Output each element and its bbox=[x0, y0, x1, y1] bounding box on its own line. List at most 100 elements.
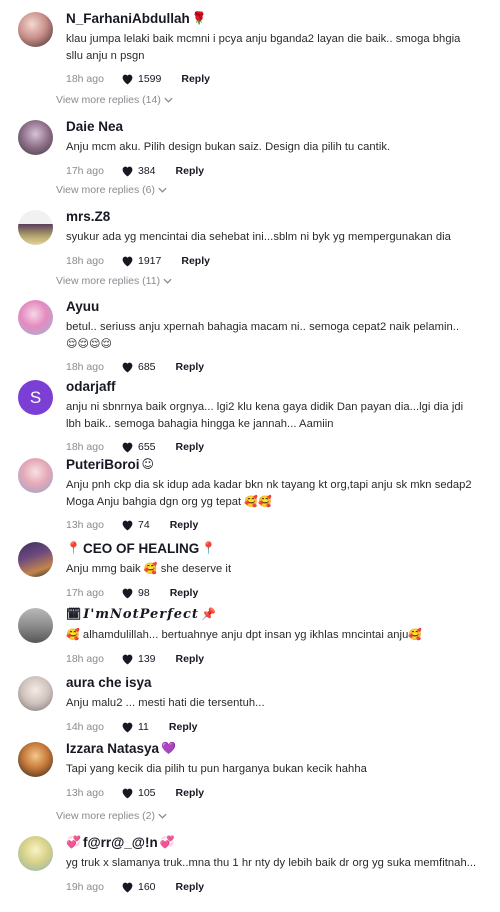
comment-username[interactable]: odarjaff bbox=[66, 378, 478, 395]
comment-text: 🥰 alhamdulillah... bertuahnye anju dpt i… bbox=[66, 627, 478, 644]
like-count: 384 bbox=[138, 164, 156, 177]
view-more-replies-button[interactable]: View more replies (11) bbox=[56, 275, 172, 287]
comment-time: 18h ago bbox=[66, 254, 104, 267]
heart-icon bbox=[122, 74, 133, 85]
comment-username[interactable]: 💞 f@rr@_@!n 💞 bbox=[66, 834, 478, 851]
comment-username[interactable]: PuteriBoroi ☺ bbox=[66, 456, 478, 473]
avatar[interactable] bbox=[18, 836, 53, 871]
avatar[interactable] bbox=[18, 458, 53, 493]
reply-button[interactable]: Reply bbox=[176, 787, 205, 799]
reply-button[interactable]: Reply bbox=[169, 721, 198, 733]
comment-username[interactable]: aura che isya bbox=[66, 674, 478, 691]
like-button[interactable]: 160 bbox=[121, 881, 156, 893]
comment-time: 14h ago bbox=[66, 720, 104, 733]
comment-time: 18h ago bbox=[66, 361, 104, 373]
username-text: f@rr@_@!n bbox=[82, 835, 158, 850]
like-button[interactable]: 384 bbox=[121, 165, 156, 177]
comment-text: Anju mmg baik 🥰 she deserve it bbox=[66, 561, 478, 578]
comment-username[interactable]: Izzara Natasya 💜 bbox=[66, 740, 478, 757]
view-more-replies-button[interactable]: View more replies (2) bbox=[56, 810, 167, 822]
avatar[interactable] bbox=[18, 12, 53, 47]
comment-username[interactable]: 🗓 I'mNotPerfect 📌 bbox=[66, 606, 478, 623]
username-text: CEO OF HEALING bbox=[82, 541, 200, 556]
comment-username[interactable]: Daie Nea bbox=[66, 118, 478, 135]
purple-heart-emoji-icon: 💜 bbox=[161, 741, 177, 755]
like-button[interactable]: 98 bbox=[121, 587, 150, 599]
comment-username[interactable]: mrs.Z8 bbox=[66, 208, 478, 225]
comment-time: 13h ago bbox=[66, 786, 104, 799]
reply-button[interactable]: Reply bbox=[176, 165, 205, 177]
like-count: 139 bbox=[138, 652, 156, 665]
chevron-down-icon bbox=[164, 97, 173, 103]
avatar[interactable] bbox=[18, 608, 53, 643]
comment-time: 19h ago bbox=[66, 880, 104, 893]
comment-time: 17h ago bbox=[66, 586, 104, 599]
smiling-hearts-emoji-icon: 🥰 bbox=[143, 562, 158, 575]
avatar[interactable] bbox=[18, 120, 53, 155]
like-button[interactable]: 105 bbox=[121, 787, 156, 799]
like-button[interactable]: 1917 bbox=[121, 255, 161, 267]
avatar[interactable] bbox=[18, 542, 53, 577]
comment-time: 13h ago bbox=[66, 519, 104, 531]
comment-username[interactable]: 📍 CEO OF HEALING 📍 bbox=[66, 540, 478, 557]
pin-emoji-icon: 📍 bbox=[66, 541, 81, 555]
avatar[interactable] bbox=[18, 676, 53, 711]
comment-text: Tapi yang kecik dia pilih tu pun hargany… bbox=[66, 763, 367, 775]
relieved-face-emoji-icon: 😌😌😌😌 bbox=[66, 336, 113, 350]
like-button[interactable]: 655 bbox=[121, 441, 156, 453]
reply-button[interactable]: Reply bbox=[170, 587, 199, 599]
view-more-label: View more replies (14) bbox=[56, 94, 161, 106]
like-button[interactable]: 11 bbox=[121, 721, 149, 733]
comment-username[interactable]: Ayuu bbox=[66, 298, 478, 315]
comment-text: betul.. seriuss anju xpernah bahagia mac… bbox=[66, 319, 478, 352]
heart-icon bbox=[122, 588, 133, 598]
heart-icon bbox=[122, 722, 133, 732]
avatar[interactable] bbox=[18, 742, 53, 777]
like-button[interactable]: 74 bbox=[121, 519, 150, 531]
reply-button[interactable]: Reply bbox=[176, 881, 205, 893]
view-more-replies-button[interactable]: View more replies (6) bbox=[56, 184, 167, 196]
view-more-label: View more replies (6) bbox=[56, 184, 156, 196]
reply-button[interactable]: Reply bbox=[176, 361, 205, 373]
revolving-hearts-emoji-icon: 💞 bbox=[159, 835, 175, 849]
smiling-hearts-emoji-icon: 🥰 bbox=[66, 628, 80, 641]
pushpin-emoji-icon: 📌 bbox=[200, 607, 216, 621]
comment-text: anju ni sbnrnya baik orgnya... lgi2 klu … bbox=[66, 401, 464, 430]
comment-text: klau jumpa lelaki baik mcmni i pcya anju… bbox=[66, 33, 461, 62]
revolving-hearts-emoji-icon: 💞 bbox=[66, 835, 81, 849]
comment-text: Anju malu2 ... mesti hati die tersentuh.… bbox=[66, 697, 265, 709]
comment-text-tail: she deserve it bbox=[160, 563, 232, 575]
heart-icon bbox=[122, 362, 133, 373]
username-text: aura che isya bbox=[66, 675, 152, 690]
view-more-label: View more replies (2) bbox=[56, 810, 156, 822]
username-text: Izzara Natasya bbox=[66, 741, 160, 756]
like-button[interactable]: 685 bbox=[121, 361, 156, 373]
heart-icon bbox=[122, 256, 133, 266]
pin-emoji-icon: 📍 bbox=[201, 541, 217, 555]
comment-time: 17h ago bbox=[66, 164, 104, 177]
like-button[interactable]: 139 bbox=[121, 653, 156, 665]
smiling-hearts-emoji-icon: 🥰 bbox=[408, 628, 423, 641]
rose-emoji-icon: 🌹 bbox=[191, 11, 207, 25]
avatar[interactable] bbox=[18, 300, 53, 335]
reply-button[interactable]: Reply bbox=[176, 441, 205, 453]
reply-button[interactable]: Reply bbox=[181, 255, 210, 267]
heart-icon bbox=[122, 520, 133, 531]
like-button[interactable]: 1599 bbox=[121, 73, 161, 85]
like-count: 1917 bbox=[138, 254, 162, 267]
like-count: 685 bbox=[138, 361, 156, 373]
reply-button[interactable]: Reply bbox=[170, 519, 199, 531]
reply-button[interactable]: Reply bbox=[176, 653, 205, 665]
comment-text-body: betul.. seriuss anju xpernah bahagia mac… bbox=[66, 321, 460, 333]
view-more-replies-button[interactable]: View more replies (14) bbox=[56, 94, 173, 106]
like-count: 98 bbox=[138, 586, 150, 599]
avatar[interactable] bbox=[18, 210, 53, 245]
comment-text-body: alhamdulillah... bertuahnye anju dpt ins… bbox=[82, 629, 409, 641]
comment-time: 18h ago bbox=[66, 73, 104, 85]
heart-icon bbox=[122, 166, 133, 176]
avatar[interactable]: S bbox=[18, 380, 53, 415]
comment-username[interactable]: N_FarhaniAbdullah 🌹 bbox=[66, 10, 478, 27]
reply-button[interactable]: Reply bbox=[181, 73, 210, 85]
heart-icon bbox=[122, 788, 133, 798]
comment-text: Anju mcm aku. Pilih design bukan saiz. D… bbox=[66, 141, 391, 153]
